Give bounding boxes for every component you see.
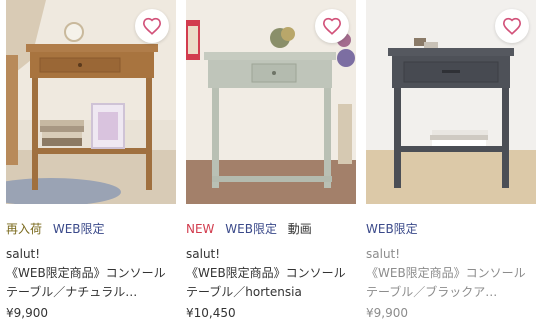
badge-new: NEW — [186, 222, 215, 236]
product-image[interactable] — [366, 0, 536, 204]
badge-row: NEW WEB限定 動画 — [186, 221, 319, 237]
badge-web-limited: WEB限定 — [52, 222, 105, 236]
heart-outline-icon — [502, 17, 522, 35]
product-name-link[interactable]: 《WEB限定商品》コンソールテーブル／ナチュラル… — [6, 264, 176, 302]
favorite-button[interactable] — [495, 9, 529, 43]
heart-outline-icon — [142, 17, 162, 35]
product-card[interactable]: 再入荷 WEB限定 salut! 《WEB限定商品》コンソールテーブル／ナチュラ… — [6, 0, 176, 328]
product-card[interactable]: NEW WEB限定 動画 salut! 《WEB限定商品》コンソールテーブル／h… — [186, 0, 356, 328]
badge-row: WEB限定 — [366, 221, 425, 237]
product-card[interactable]: WEB限定 salut! 《WEB限定商品》コンソールテーブル／ブラックア… ¥… — [366, 0, 536, 328]
favorite-button[interactable] — [315, 9, 349, 43]
badge-video: 動画 — [287, 222, 312, 236]
product-name-link[interactable]: 《WEB限定商品》コンソールテーブル／ブラックア… — [366, 264, 536, 302]
heart-outline-icon — [322, 17, 342, 35]
product-image[interactable] — [6, 0, 176, 204]
badge-web-limited: WEB限定 — [366, 222, 418, 236]
product-price: ¥9,900 — [366, 306, 408, 320]
product-grid: 再入荷 WEB限定 salut! 《WEB限定商品》コンソールテーブル／ナチュラ… — [0, 0, 541, 328]
product-brand: salut! — [186, 247, 221, 261]
product-brand: salut! — [366, 247, 401, 261]
favorite-button[interactable] — [135, 9, 169, 43]
product-brand: salut! — [6, 247, 41, 261]
badge-row: 再入荷 WEB限定 — [6, 221, 112, 237]
badge-restock: 再入荷 — [6, 222, 43, 236]
product-price: ¥10,450 — [186, 306, 236, 320]
badge-web-limited: WEB限定 — [225, 222, 277, 236]
product-name-link[interactable]: 《WEB限定商品》コンソールテーブル／hortensia — [186, 264, 356, 302]
product-image[interactable] — [186, 0, 356, 204]
product-price: ¥9,900 — [6, 306, 48, 320]
